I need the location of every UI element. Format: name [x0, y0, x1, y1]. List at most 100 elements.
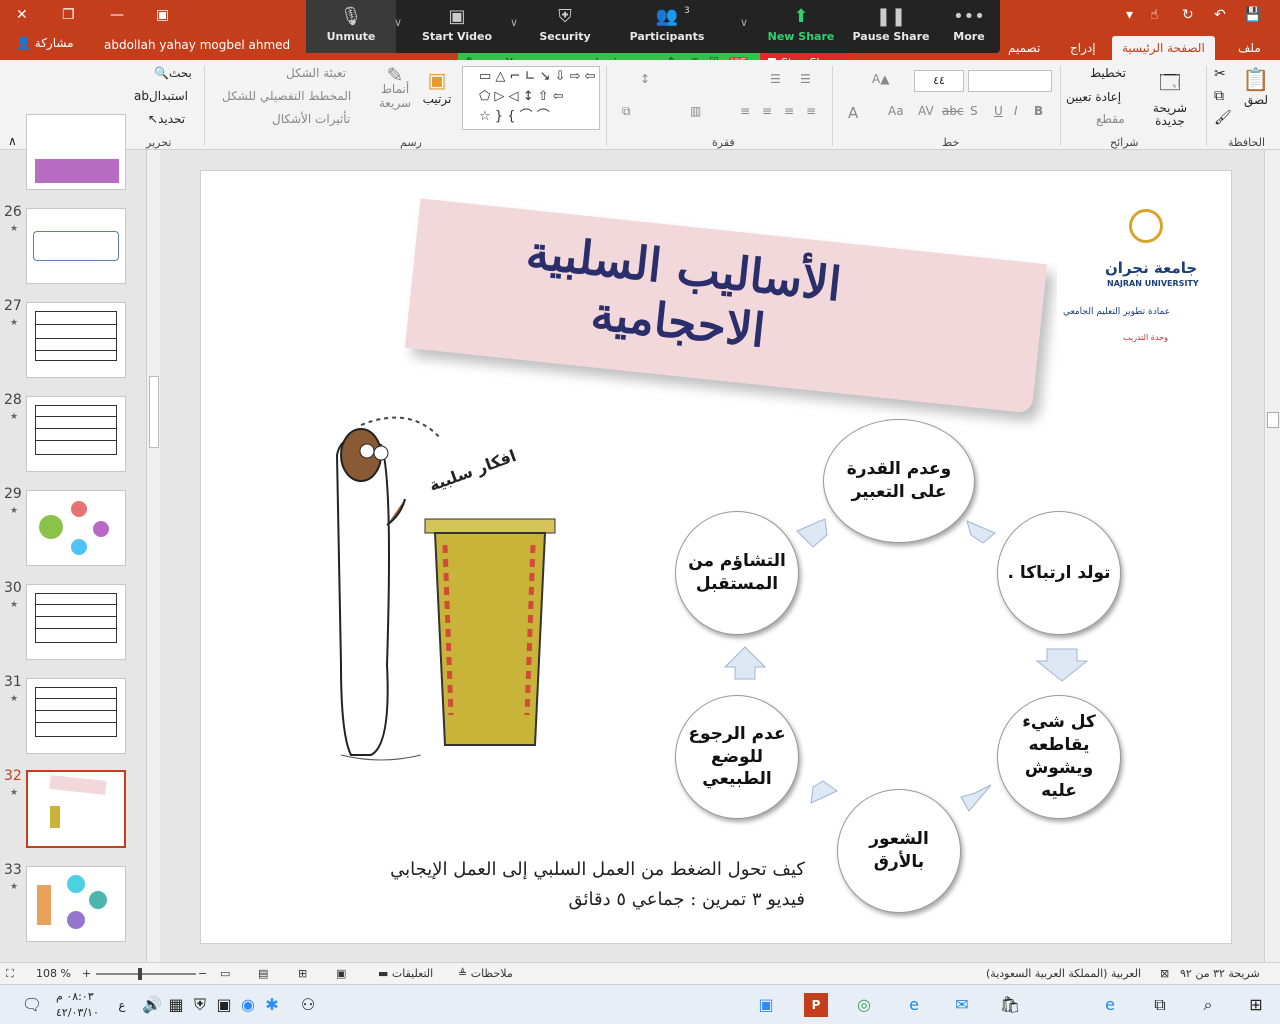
minimize-window-icon[interactable]: —	[110, 7, 124, 23]
format-painter-icon[interactable]: 🖌	[1214, 110, 1232, 126]
edge-app-icon[interactable]: e	[1098, 993, 1122, 1017]
copy-icon[interactable]: ⧉	[1214, 88, 1224, 104]
taskbar-time[interactable]: ٠٨:٠٣ م	[56, 990, 94, 1003]
slide-caption-2[interactable]: فيديو ٣ تمرين : جماعي ٥ دقائق	[351, 889, 806, 910]
zoom-in-icon[interactable]: +	[82, 967, 91, 980]
tray-app-icon[interactable]: ▣	[212, 993, 236, 1017]
undo-icon[interactable]: ↶	[1214, 7, 1226, 23]
participants-button[interactable]: 👥 Participants	[622, 0, 712, 53]
normal-view-icon[interactable]: ▣	[336, 967, 346, 980]
pause-share-button[interactable]: ❚❚ Pause Share	[846, 0, 936, 53]
slide-thumbnail[interactable]	[26, 866, 126, 942]
powerpoint-app-icon[interactable]: P	[804, 993, 828, 1017]
shadow-icon[interactable]: S	[970, 104, 978, 118]
tab-file[interactable]: ملف	[1228, 36, 1271, 60]
replace-button[interactable]: abاستبدال	[134, 89, 188, 103]
scrollbar-thumb[interactable]	[149, 376, 159, 448]
people-icon[interactable]: ⚇	[296, 993, 320, 1017]
save-icon[interactable]: 💾	[1244, 7, 1261, 23]
tab-insert[interactable]: إدراج	[1060, 36, 1106, 60]
task-view-icon[interactable]: ⧉	[1148, 993, 1172, 1017]
new-slide-button[interactable]: 🗔 شريحة جديدة	[1146, 68, 1194, 128]
slide-sorter-icon[interactable]: ⊞	[298, 967, 307, 980]
ribbon-display-icon[interactable]: ▣	[156, 7, 169, 23]
strikethrough-icon[interactable]: abc	[942, 104, 964, 118]
shape-fill-button[interactable]: تعبئة الشكل	[286, 66, 346, 80]
taskbar-date[interactable]: ٤٢/٠٣/١٠	[56, 1006, 99, 1019]
slide-thumbnail[interactable]	[26, 584, 126, 660]
comments-button[interactable]: ▬ التعليقات	[378, 967, 433, 980]
underline-icon[interactable]: U	[994, 104, 1003, 118]
restore-window-icon[interactable]: ❐	[62, 7, 75, 23]
find-button[interactable]: 🔍بحث	[154, 66, 192, 80]
scrollbar-thumb[interactable]	[1267, 412, 1279, 428]
mail-app-icon[interactable]: ✉	[950, 993, 974, 1017]
more-button[interactable]: ••• More	[924, 0, 1014, 53]
slide-canvas[interactable]: الأساليب السلبية الاحجامية جامعة نجران N…	[200, 170, 1232, 944]
select-button[interactable]: ↖تحديد	[148, 112, 185, 126]
new-share-button[interactable]: ⬆ New Share	[756, 0, 846, 53]
touch-mode-icon[interactable]: ☝	[1150, 7, 1159, 23]
bullets-icon[interactable]: ☰	[800, 72, 811, 86]
line-spacing-icon[interactable]: ↕	[640, 72, 650, 86]
chrome-app-icon[interactable]: ◎	[852, 993, 876, 1017]
tab-home[interactable]: الصفحة الرئيسية	[1112, 36, 1215, 60]
change-case-icon[interactable]: Aa	[888, 104, 904, 118]
redo-icon[interactable]: ↻	[1182, 7, 1194, 23]
zoom-tray-icon[interactable]: ◉	[236, 993, 260, 1017]
quick-styles-button[interactable]: ✎ أنماط سريعة	[374, 65, 416, 110]
char-spacing-icon[interactable]: AV	[918, 104, 934, 118]
font-name-box[interactable]	[968, 70, 1052, 92]
network-icon[interactable]: ▦	[164, 993, 188, 1017]
cut-icon[interactable]: ✂	[1214, 66, 1226, 82]
notifications-icon[interactable]: 🗨	[20, 993, 44, 1017]
slide-thumbnail[interactable]	[26, 208, 126, 284]
shape-outline-button[interactable]: المخطط التفصيلي للشكل	[222, 89, 351, 103]
zoom-out-icon[interactable]: −	[198, 967, 207, 980]
audio-options-icon[interactable]: ∨	[394, 16, 402, 29]
paste-button[interactable]: 📋 لصق	[1238, 68, 1274, 107]
unmute-button[interactable]: 🎙 Unmute	[306, 0, 396, 53]
share-button[interactable]: 👤 مشاركة	[16, 36, 74, 50]
bold-icon[interactable]: B	[1034, 104, 1043, 118]
ie-app-icon[interactable]: e	[902, 993, 926, 1017]
layout-button[interactable]: تخطيط	[1090, 66, 1126, 80]
slide-thumbnail[interactable]	[26, 396, 126, 472]
shapes-gallery[interactable]: ▭ △ ⌐ ∟ ↘ ⇩ ⇨ ⇦ ⬠ ▷ ◁ ↕ ⇧ ⇦ ☆ } { ⌒ ⌒	[462, 66, 600, 130]
slide-caption-1[interactable]: كيف تحول الضغط من العمل السلبي إلى العمل…	[351, 859, 805, 880]
section-button[interactable]: مقطع	[1096, 112, 1125, 126]
zoom-slider[interactable]	[96, 968, 196, 980]
store-app-icon[interactable]: 🛍	[998, 993, 1022, 1017]
participants-options-icon[interactable]: ∨	[740, 16, 748, 29]
input-language[interactable]: ع	[110, 993, 134, 1017]
slide-thumbnail-25[interactable]	[26, 114, 126, 190]
zoom-slider-thumb[interactable]	[138, 968, 142, 980]
thumbnails-scrollbar[interactable]	[146, 150, 160, 962]
slide-thumbnail[interactable]	[26, 490, 126, 566]
justify-icon[interactable]: ≡	[740, 104, 750, 118]
align-right-icon[interactable]: ≡	[806, 104, 816, 118]
start-button[interactable]: ⊞	[1244, 993, 1268, 1017]
language-status[interactable]: العربية (المملكة العربية السعودية)	[986, 967, 1141, 980]
bluetooth-icon[interactable]: ✱	[260, 993, 284, 1017]
slide-scrollbar[interactable]	[1264, 150, 1280, 962]
slideshow-icon[interactable]: ▭	[220, 967, 230, 980]
columns-icon[interactable]: ▥	[690, 104, 701, 118]
collapse-ribbon-icon[interactable]: ∧	[8, 134, 17, 148]
fit-slide-icon[interactable]: ⛶	[6, 967, 14, 981]
smartart-icon[interactable]: ⧉	[622, 104, 631, 119]
align-center-icon[interactable]: ≡	[784, 104, 794, 118]
customize-icon[interactable]: ▾	[1126, 7, 1133, 23]
search-taskbar-icon[interactable]: ⌕	[1196, 993, 1220, 1017]
slide-thumbnail[interactable]	[26, 678, 126, 754]
notes-button[interactable]: ≜ ملاحظات	[458, 967, 513, 980]
volume-icon[interactable]: 🔊	[140, 993, 164, 1017]
reading-view-icon[interactable]: ▤	[258, 967, 268, 980]
close-window-icon[interactable]: ✕	[16, 7, 28, 23]
accessibility-icon[interactable]: ⊠	[1160, 967, 1169, 980]
zoom-app-icon[interactable]: ▣	[754, 993, 778, 1017]
slide-thumbnail-selected[interactable]	[26, 770, 126, 848]
start-video-button[interactable]: ▣ Start Video	[412, 0, 502, 53]
shape-effects-button[interactable]: تأثيرات الأشكال	[272, 112, 350, 126]
italic-icon[interactable]: I	[1014, 104, 1018, 118]
